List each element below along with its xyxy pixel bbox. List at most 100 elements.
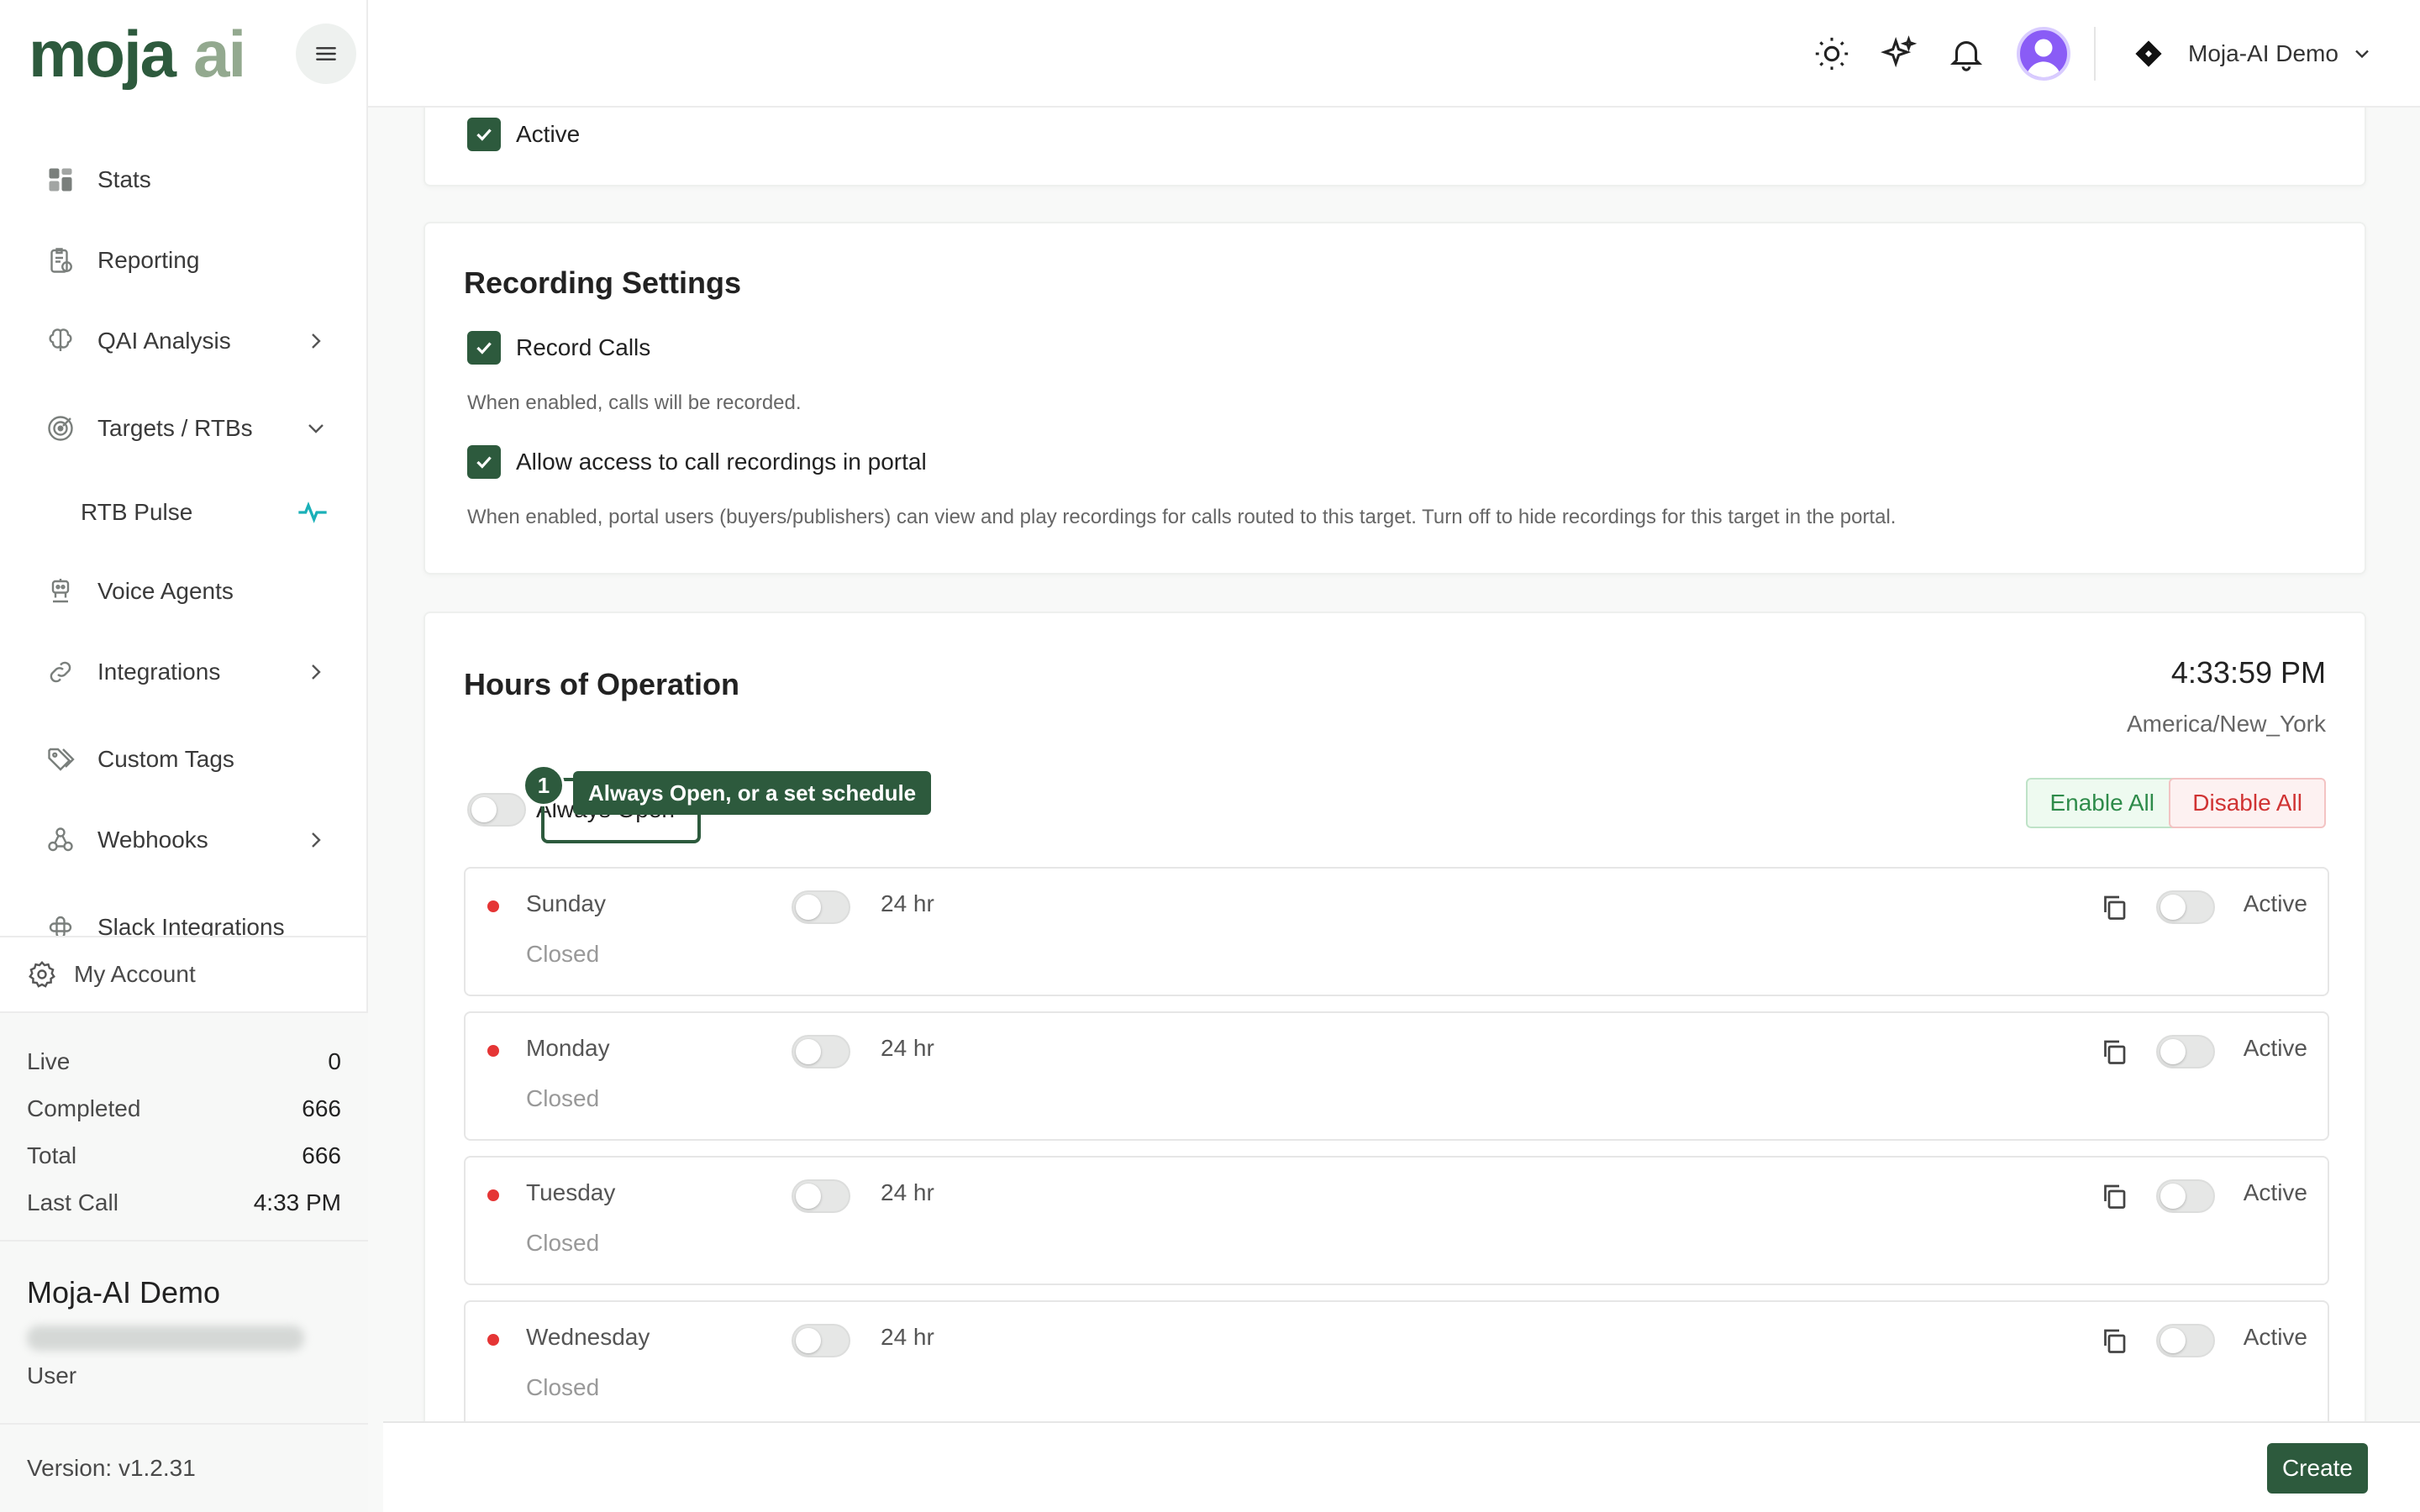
sidebar-item-qai-analysis[interactable]: QAI Analysis: [44, 316, 329, 366]
copy-icon[interactable]: [2099, 1181, 2129, 1211]
sidebar-item-label: RTB Pulse: [81, 499, 193, 525]
sidebar-nav: Stats Reporting QAI Analysis Targets / R…: [0, 134, 368, 936]
checkmark-icon: [476, 129, 492, 141]
24hr-toggle[interactable]: [792, 890, 850, 924]
record-calls-row[interactable]: Record Calls: [467, 331, 650, 365]
robot-icon: [44, 575, 77, 608]
top-bar: Moja-AI Demo: [368, 0, 2420, 108]
sidebar-item-label: Slack Integrations: [97, 914, 285, 936]
sidebar-item-label: Reporting: [97, 247, 200, 273]
sparkles-icon: [1881, 35, 1918, 68]
copy-icon[interactable]: [2099, 892, 2129, 922]
moja-ai-logo[interactable]: moja ai: [29, 15, 246, 92]
sidebar-item-label: Webhooks: [97, 827, 208, 853]
sidebar-item-stats[interactable]: Stats: [44, 155, 329, 205]
day-active-toggle[interactable]: [2156, 1179, 2215, 1213]
day-active-toggle[interactable]: [2156, 1035, 2215, 1068]
sidebar-item-targets-rtbs[interactable]: Targets / RTBs: [44, 403, 329, 454]
sidebar-item-label: QAI Analysis: [97, 328, 231, 354]
chevron-down-icon: [2355, 50, 2369, 59]
sun-icon: [1815, 37, 1849, 71]
checkmark-icon: [476, 342, 492, 354]
my-account-label: My Account: [74, 961, 196, 987]
sidebar-item-rtb-pulse[interactable]: RTB Pulse: [81, 487, 329, 538]
tour-tooltip: Always Open, or a set schedule: [573, 771, 932, 815]
form-footer: Create: [383, 1421, 2420, 1512]
stat-value: 4:33 PM: [253, 1189, 341, 1215]
stat-label: Completed: [27, 1095, 141, 1121]
user-avatar-icon: [2026, 39, 2061, 77]
stat-completed: Completed 666: [27, 1085, 341, 1132]
portal-access-help: When enabled, portal users (buyers/publi…: [467, 506, 1897, 528]
day-active-label: Active: [2243, 1035, 2307, 1061]
sidebar-item-voice-agents[interactable]: Voice Agents: [44, 566, 329, 617]
stat-value: 666: [302, 1095, 341, 1121]
day-active-label: Active: [2243, 1324, 2307, 1350]
always-open-toggle[interactable]: [467, 793, 526, 827]
slack-icon: [44, 911, 77, 936]
portal-access-label: Allow access to call recordings in porta…: [516, 449, 927, 475]
target-icon: [44, 412, 77, 445]
record-calls-checkbox[interactable]: [467, 331, 501, 365]
copy-icon[interactable]: [2099, 1326, 2129, 1356]
active-checkbox[interactable]: [467, 118, 501, 151]
copy-icon[interactable]: [2099, 1037, 2129, 1067]
sidebar-item-slack-integrations[interactable]: Slack Integrations: [44, 902, 329, 936]
24hr-label: 24 hr: [881, 1035, 934, 1061]
closed-status-dot: [487, 900, 499, 912]
day-name: Wednesday: [526, 1324, 650, 1350]
theme-toggle-button[interactable]: [1808, 30, 1855, 77]
org-diamond-icon: [2135, 40, 2162, 67]
sidebar-item-integrations[interactable]: Integrations: [44, 647, 329, 697]
sidebar-item-label: Integrations: [97, 659, 221, 685]
day-name: Sunday: [526, 890, 606, 916]
day-row-tuesday: Tuesday Closed 24 hr Active: [464, 1156, 2329, 1285]
target-status-card: Active: [424, 108, 2366, 186]
active-checkbox-row[interactable]: Active: [467, 118, 580, 151]
disable-all-button[interactable]: Disable All: [2169, 778, 2326, 828]
day-status: Closed: [526, 1085, 600, 1111]
hours-title: Hours of Operation: [464, 667, 740, 701]
chevron-down-icon: [308, 424, 324, 433]
user-profile: Moja-AI Demo User: [0, 1240, 368, 1423]
sidebar-item-custom-tags[interactable]: Custom Tags: [44, 734, 329, 785]
record-calls-help: When enabled, calls will be recorded.: [467, 391, 802, 414]
bell-icon: [1949, 41, 1983, 71]
link-icon: [44, 655, 77, 689]
organization-selector[interactable]: Moja-AI Demo: [2134, 30, 2374, 77]
day-active-toggle[interactable]: [2156, 890, 2215, 924]
day-row-wednesday: Wednesday Closed 24 hr Active: [464, 1300, 2329, 1421]
24hr-toggle[interactable]: [792, 1179, 850, 1213]
gear-icon: [29, 960, 55, 988]
day-row-monday: Monday Closed 24 hr Active: [464, 1011, 2329, 1141]
sidebar-item-label: Targets / RTBs: [97, 415, 253, 441]
user-avatar-button[interactable]: [2017, 27, 2070, 81]
ai-assistant-button[interactable]: [1876, 30, 1923, 77]
enable-all-button[interactable]: Enable All: [2026, 778, 2178, 828]
org-name: Moja-AI Demo: [2188, 40, 2338, 66]
sidebar: moja ai Stats Reporting QAI Analysis Tar…: [0, 0, 368, 1512]
day-active-label: Active: [2243, 890, 2307, 916]
portal-access-row[interactable]: Allow access to call recordings in porta…: [467, 445, 927, 479]
recording-settings-title: Recording Settings: [464, 265, 742, 300]
sidebar-item-reporting[interactable]: Reporting: [44, 235, 329, 286]
hamburger-icon: [316, 47, 336, 60]
24hr-toggle[interactable]: [792, 1324, 850, 1357]
day-status: Closed: [526, 1230, 600, 1256]
chevron-right-icon: [312, 664, 321, 680]
24hr-toggle[interactable]: [792, 1035, 850, 1068]
notifications-button[interactable]: [1943, 30, 1990, 77]
sidebar-item-label: Voice Agents: [97, 578, 234, 604]
closed-status-dot: [487, 1045, 499, 1057]
menu-toggle-button[interactable]: [296, 24, 356, 84]
day-row-sunday: Sunday Closed 24 hr Active: [464, 867, 2329, 996]
day-active-toggle[interactable]: [2156, 1324, 2215, 1357]
portal-access-checkbox[interactable]: [467, 445, 501, 479]
sidebar-item-webhooks[interactable]: Webhooks: [44, 815, 329, 865]
webhook-icon: [44, 823, 77, 857]
logo-text-ai: ai: [193, 16, 246, 91]
my-account-link[interactable]: My Account: [0, 936, 368, 1011]
current-time: 4:33:59 PM: [2170, 655, 2326, 690]
chevron-right-icon: [312, 333, 321, 349]
create-button[interactable]: Create: [2266, 1443, 2368, 1494]
